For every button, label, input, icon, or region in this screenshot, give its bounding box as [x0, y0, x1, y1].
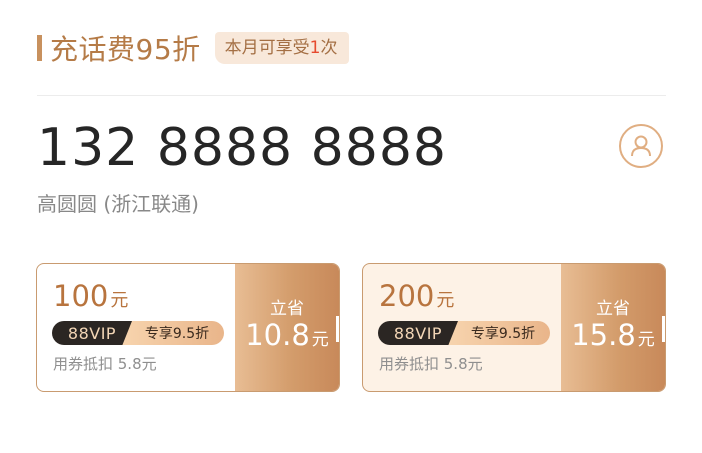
- card-info: 200 元 88VIP 专享9.5折 用券抵扣 5.8元: [363, 264, 561, 391]
- badge-prefix: 本月可享受: [224, 38, 310, 58]
- recharge-option-200[interactable]: 200 元 88VIP 专享9.5折 用券抵扣 5.8元 立省 15.8 元: [362, 263, 666, 392]
- card-notch: [662, 316, 665, 342]
- amount-value: 200: [379, 279, 435, 313]
- recharge-amount: 100 元: [53, 278, 128, 319]
- title-accent-bar: [37, 35, 42, 61]
- contact-person-icon[interactable]: [619, 124, 663, 168]
- savings-value: 15.8 元: [561, 318, 665, 352]
- vip-offer: 专享9.5折: [122, 321, 224, 345]
- vip-discount-tag: 88VIP 专享9.5折: [378, 321, 550, 345]
- card-notch: [336, 316, 339, 342]
- badge-count: 1: [309, 38, 321, 58]
- savings-number: 10.8: [245, 318, 310, 352]
- recharge-option-100[interactable]: 100 元 88VIP 专享9.5折 用券抵扣 5.8元 立省 10.8 元: [36, 263, 340, 392]
- badge-suffix: 次: [320, 38, 338, 58]
- phone-number[interactable]: 132 8888 8888: [37, 114, 447, 182]
- coupon-deduction: 用券抵扣 5.8元: [379, 355, 483, 373]
- amount-unit: 元: [110, 290, 129, 311]
- savings-panel: 立省 10.8 元: [235, 264, 339, 391]
- card-info: 100 元 88VIP 专享9.5折 用券抵扣 5.8元: [37, 264, 235, 391]
- savings-panel: 立省 15.8 元: [561, 264, 665, 391]
- savings-unit: 元: [637, 330, 655, 350]
- monthly-quota-badge: 本月可享受1次: [214, 32, 350, 64]
- vip-label: 88VIP: [52, 321, 132, 345]
- vip-discount-tag: 88VIP 专享9.5折: [52, 321, 224, 345]
- savings-value: 10.8 元: [235, 318, 339, 352]
- amount-value: 100: [53, 279, 109, 313]
- vip-offer: 专享9.5折: [448, 321, 550, 345]
- section-header: 充话费95折 本月可享受1次: [37, 28, 350, 68]
- coupon-deduction: 用券抵扣 5.8元: [53, 355, 157, 373]
- account-owner: 高圆圆 (浙江联通): [37, 192, 199, 216]
- divider: [37, 95, 666, 96]
- savings-unit: 元: [311, 330, 329, 350]
- savings-label: 立省: [270, 299, 304, 319]
- amount-unit: 元: [436, 290, 455, 311]
- recharge-amount: 200 元: [379, 278, 454, 319]
- savings-number: 15.8: [571, 318, 636, 352]
- vip-label: 88VIP: [378, 321, 458, 345]
- page-title: 充话费95折: [50, 33, 201, 66]
- savings-label: 立省: [596, 299, 630, 319]
